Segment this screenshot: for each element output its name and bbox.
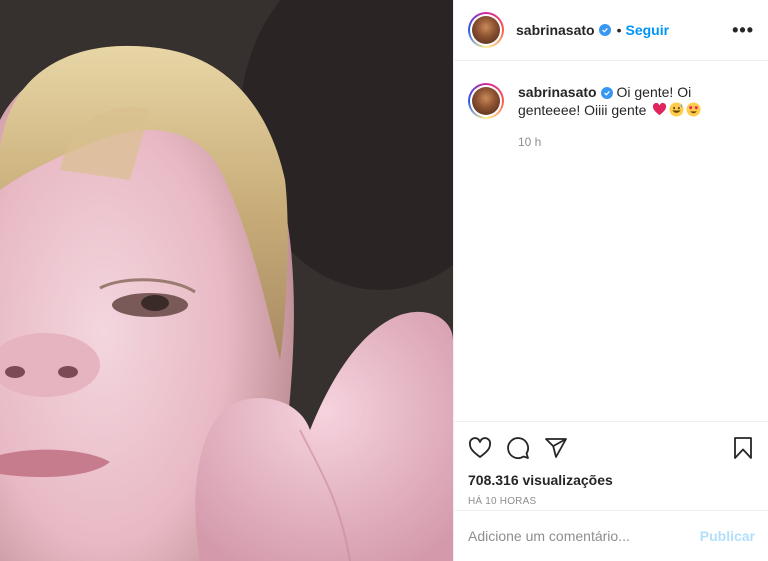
post-side-panel: sabrinasato • Seguir ••• sabrinasato Oi … <box>453 0 768 561</box>
caption-timestamp: 10 h <box>518 135 542 149</box>
post-time-ago: HÁ 10 HORAS <box>468 496 537 507</box>
follow-button[interactable]: Seguir <box>626 22 670 38</box>
grinning-sweat-emoji-icon <box>669 102 684 117</box>
add-comment-bar: Publicar <box>454 510 768 561</box>
action-bar <box>468 434 755 462</box>
share-icon[interactable] <box>544 436 568 460</box>
author-avatar[interactable] <box>468 12 504 48</box>
verified-badge-icon <box>598 24 611 36</box>
comment-icon[interactable] <box>506 436 530 460</box>
verified-badge-icon <box>600 87 613 100</box>
heart-eyes-emoji-icon <box>686 102 701 117</box>
child-face-image <box>0 0 453 561</box>
bookmark-icon[interactable] <box>731 436 755 460</box>
view-count[interactable]: 708.316 visualizações <box>468 472 755 488</box>
caption-username[interactable]: sabrinasato <box>518 84 597 100</box>
post-media-video[interactable] <box>0 0 453 561</box>
heart-icon[interactable] <box>468 436 492 460</box>
caption-avatar[interactable] <box>468 83 504 119</box>
publish-button[interactable]: Publicar <box>700 528 755 544</box>
more-options-icon[interactable]: ••• <box>732 20 754 41</box>
heart-emoji-icon <box>653 102 667 116</box>
post-header: sabrinasato • Seguir ••• <box>454 0 768 61</box>
separator-dot: • <box>616 22 622 38</box>
comment-input[interactable] <box>468 528 700 544</box>
author-username[interactable]: sabrinasato <box>516 22 595 38</box>
caption-comment: sabrinasato Oi gente! Oi genteeee! Oiiii… <box>454 61 768 151</box>
post-actions-section: 708.316 visualizações HÁ 10 HORAS <box>454 421 768 507</box>
